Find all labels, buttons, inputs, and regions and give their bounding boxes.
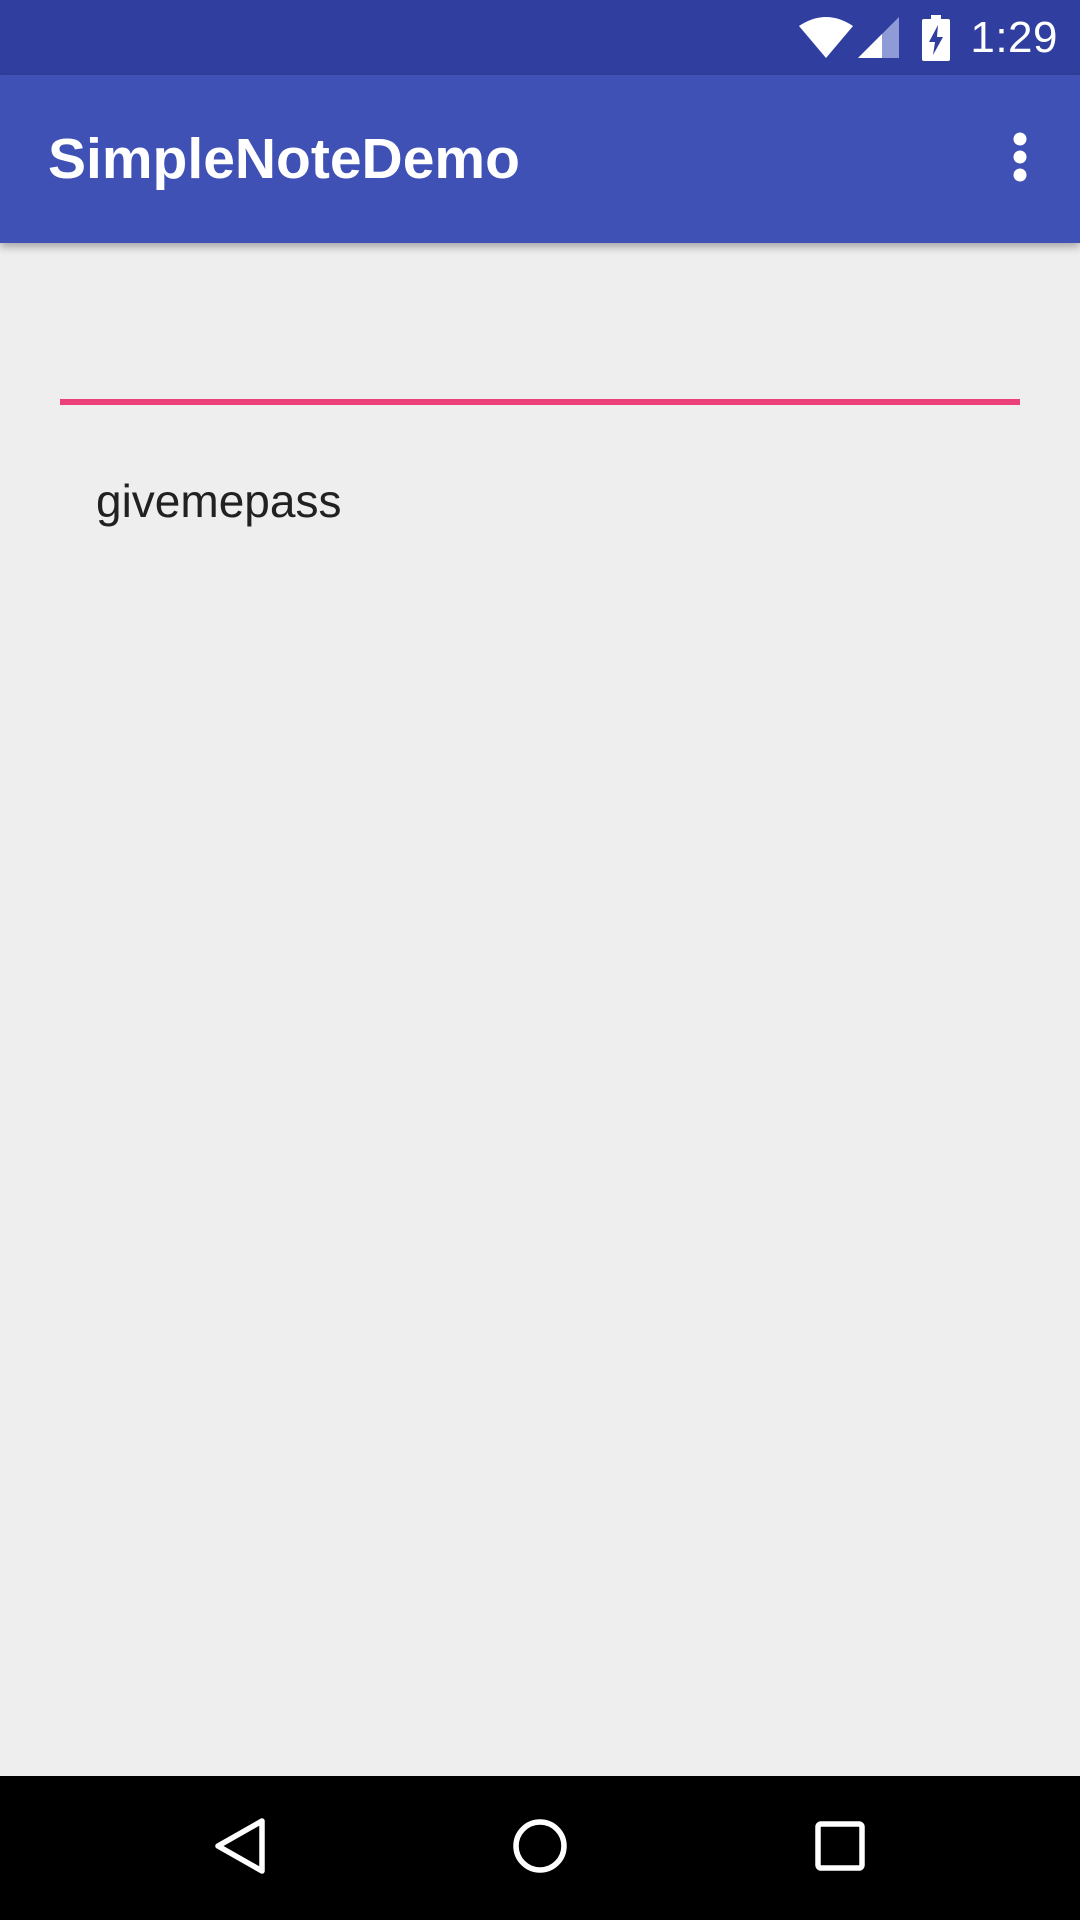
recents-button[interactable] — [768, 1776, 912, 1920]
app-screen: 1:29 SimpleNoteDemo givemepass — [0, 0, 1080, 1920]
overflow-menu-button[interactable] — [978, 117, 1062, 201]
recents-icon — [814, 1820, 866, 1877]
battery-charging-icon — [922, 14, 951, 61]
overflow-menu-icon — [1012, 132, 1028, 187]
home-button[interactable] — [468, 1776, 612, 1920]
navigation-bar — [0, 1776, 1080, 1920]
back-icon — [212, 1816, 268, 1881]
status-icons: 1:29 — [798, 0, 1058, 75]
app-bar: SimpleNoteDemo — [0, 75, 1080, 243]
signal-icon — [858, 16, 900, 59]
app-title: SimpleNoteDemo — [48, 127, 520, 191]
list-item[interactable]: givemepass — [96, 470, 341, 532]
home-icon — [511, 1817, 569, 1880]
status-bar: 1:29 — [0, 0, 1080, 75]
back-button[interactable] — [168, 1776, 312, 1920]
note-input[interactable] — [60, 300, 1020, 398]
note-input-container — [60, 300, 1020, 406]
status-clock: 1:29 — [970, 12, 1058, 62]
wifi-icon — [798, 16, 854, 59]
input-underline — [60, 399, 1020, 405]
